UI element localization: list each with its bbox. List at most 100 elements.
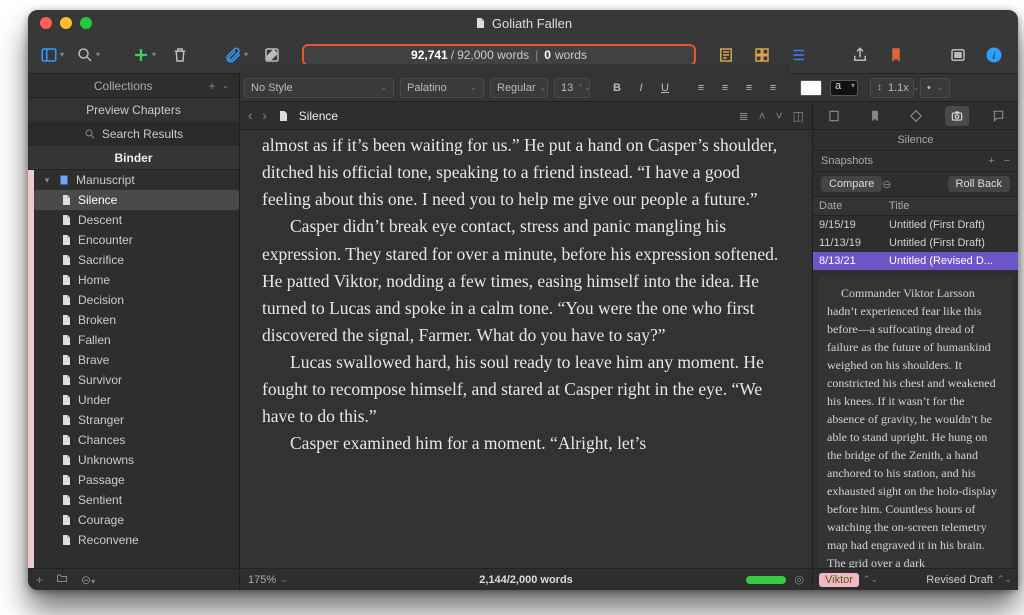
snapshot-date-header[interactable]: Date — [813, 197, 883, 215]
align-left-button[interactable]: ≡ — [692, 76, 710, 100]
snapshot-row[interactable]: 11/13/19Untitled (First Draft) — [813, 234, 1018, 252]
snapshot-row[interactable]: 8/13/21Untitled (Revised D... — [813, 252, 1018, 270]
metadata-tab[interactable] — [904, 106, 928, 126]
font-weight-select[interactable]: Regular⌄ — [490, 78, 548, 98]
snapshots-tab[interactable] — [945, 106, 969, 126]
outline-view-button[interactable] — [784, 43, 812, 67]
word-count-target[interactable]: 92,741 / 92,000 words | 0 words — [302, 44, 696, 66]
rollback-button[interactable]: Roll Back — [948, 176, 1010, 192]
editor-header: ‹ › Silence ≣ ˄ ˅ ◫ — [240, 102, 812, 130]
progress-bar — [746, 576, 786, 584]
share-button[interactable] — [846, 43, 874, 67]
text-color-swatch[interactable] — [800, 80, 822, 96]
list-style-select[interactable]: •⌄ — [920, 78, 950, 98]
compose-button[interactable] — [258, 43, 286, 67]
font-select[interactable]: Palatino⌄ — [400, 78, 484, 98]
close-window-button[interactable] — [40, 17, 52, 29]
document-icon — [474, 16, 486, 30]
binder-item-courage[interactable]: Courage — [34, 510, 239, 530]
text-view-button[interactable] — [712, 43, 740, 67]
binder-item-descent[interactable]: Descent — [34, 210, 239, 230]
attach-button[interactable]: ▾ — [222, 43, 250, 67]
binder-item-encounter[interactable]: Encounter — [34, 230, 239, 250]
scrivenings-up-icon[interactable]: ˄ — [759, 109, 766, 123]
notes-tab[interactable] — [822, 106, 846, 126]
line-spacing-select[interactable]: ↕1.1x⌄ — [870, 78, 914, 98]
nav-forward-button[interactable]: › — [262, 108, 266, 123]
binder-item-sentient[interactable]: Sentient — [34, 490, 239, 510]
snapshot-row[interactable]: 9/15/19Untitled (First Draft) — [813, 216, 1018, 234]
bookmark-button[interactable] — [882, 43, 910, 67]
zoom-window-button[interactable] — [80, 17, 92, 29]
add-collection-button[interactable]: + — [208, 79, 215, 93]
paragraph-style-select[interactable]: No Style⌄ — [244, 78, 394, 98]
outline-toggle-icon[interactable]: ≣ — [739, 109, 749, 123]
target-settings-icon[interactable]: ◎ — [794, 573, 804, 586]
editor-paragraph: almost as if it’s been waiting for us.” … — [262, 132, 792, 213]
underline-button[interactable]: U — [656, 76, 674, 100]
inspector-tabs — [813, 102, 1018, 130]
binder-item-home[interactable]: Home — [34, 270, 239, 290]
compare-button[interactable]: Compare — [821, 176, 882, 192]
nav-back-button[interactable]: ‹ — [248, 108, 252, 123]
editor-footer: 175%⌄ 2,144/2,000 words ◎ — [240, 568, 812, 590]
inspector-toggle-button[interactable]: i — [980, 43, 1008, 67]
binder-item-brave[interactable]: Brave — [34, 350, 239, 370]
minimize-window-button[interactable] — [60, 17, 72, 29]
revision-select[interactable]: Revised Draft⌃⌄ — [926, 574, 1012, 586]
align-right-button[interactable]: ≡ — [740, 76, 758, 100]
add-snapshot-button[interactable]: + — [988, 155, 994, 167]
label-tag[interactable]: Viktor — [819, 573, 859, 587]
corkboard-view-button[interactable] — [748, 43, 776, 67]
trash-button[interactable] — [166, 43, 194, 67]
italic-button[interactable]: I — [632, 76, 650, 100]
highlight-swatch[interactable]: a▾ — [830, 80, 858, 96]
binder-item-sacrifice[interactable]: Sacrifice — [34, 250, 239, 270]
collections-chevron-icon[interactable]: ⌄ — [221, 80, 229, 91]
snapshots-label: Snapshots — [821, 155, 873, 167]
remove-snapshot-button[interactable]: − — [1004, 155, 1010, 167]
search-button[interactable]: ▾ — [74, 43, 102, 67]
binder-item-decision[interactable]: Decision — [34, 290, 239, 310]
align-center-button[interactable]: ≡ — [716, 76, 734, 100]
binder-item-silence[interactable]: Silence — [34, 190, 239, 210]
binder-footer: + ⊝▾ — [28, 568, 239, 590]
view-mode-button[interactable]: ▾ — [38, 43, 66, 67]
font-size-select[interactable]: 13⌃⌄ — [554, 78, 590, 98]
binder-item-survivor[interactable]: Survivor — [34, 370, 239, 390]
binder-item-broken[interactable]: Broken — [34, 310, 239, 330]
binder-item-reconvene[interactable]: Reconvene — [34, 530, 239, 550]
tab-binder[interactable]: Binder — [28, 146, 239, 170]
compose-mode-button[interactable] — [944, 43, 972, 67]
binder-manuscript[interactable]: ▾Manuscript — [34, 170, 239, 190]
binder-item-stranger[interactable]: Stranger — [34, 410, 239, 430]
align-justify-button[interactable]: ≡ — [764, 76, 782, 100]
bold-button[interactable]: B — [608, 76, 626, 100]
binder-gear-button[interactable]: ⊝▾ — [81, 573, 95, 587]
add-button[interactable]: ▾ — [130, 43, 158, 67]
style-value: No Style — [251, 82, 293, 94]
tag-text: Viktor — [825, 574, 853, 586]
editor-body[interactable]: almost as if it’s been waiting for us.” … — [240, 130, 812, 568]
binder-item-chances[interactable]: Chances — [34, 430, 239, 450]
split-editor-icon[interactable]: ◫ — [793, 109, 804, 123]
binder-item-passage[interactable]: Passage — [34, 470, 239, 490]
titlebar: Goliath Fallen — [28, 10, 1018, 36]
scrivenings-down-icon[interactable]: ˅ — [776, 109, 783, 123]
format-bar: No Style⌄ Palatino⌄ Regular⌄ 13⌃⌄ B I U … — [240, 74, 1018, 102]
binder-item-unknowns[interactable]: Unknowns — [34, 450, 239, 470]
snapshot-title-header[interactable]: Title — [883, 197, 1018, 215]
tab-preview-chapters[interactable]: Preview Chapters — [28, 98, 239, 122]
binder-item-fallen[interactable]: Fallen — [34, 330, 239, 350]
bookmarks-tab[interactable] — [863, 106, 887, 126]
binder-add-button[interactable]: + — [36, 573, 43, 587]
comments-tab[interactable] — [986, 106, 1010, 126]
tab-search-results[interactable]: Search Results — [28, 122, 239, 146]
zoom-level[interactable]: 175% — [248, 574, 276, 586]
editor-wordcount[interactable]: 2,144/2,000 words — [479, 574, 573, 586]
compare-options-button[interactable]: ⊖ — [882, 178, 891, 191]
binder-tree[interactable]: ▾ManuscriptSilenceDescentEncounterSacrif… — [34, 170, 239, 568]
binder-folder-button[interactable] — [55, 572, 69, 587]
editor-paragraph: Casper examined him for a moment. “Alrig… — [262, 430, 792, 457]
binder-item-under[interactable]: Under — [34, 390, 239, 410]
